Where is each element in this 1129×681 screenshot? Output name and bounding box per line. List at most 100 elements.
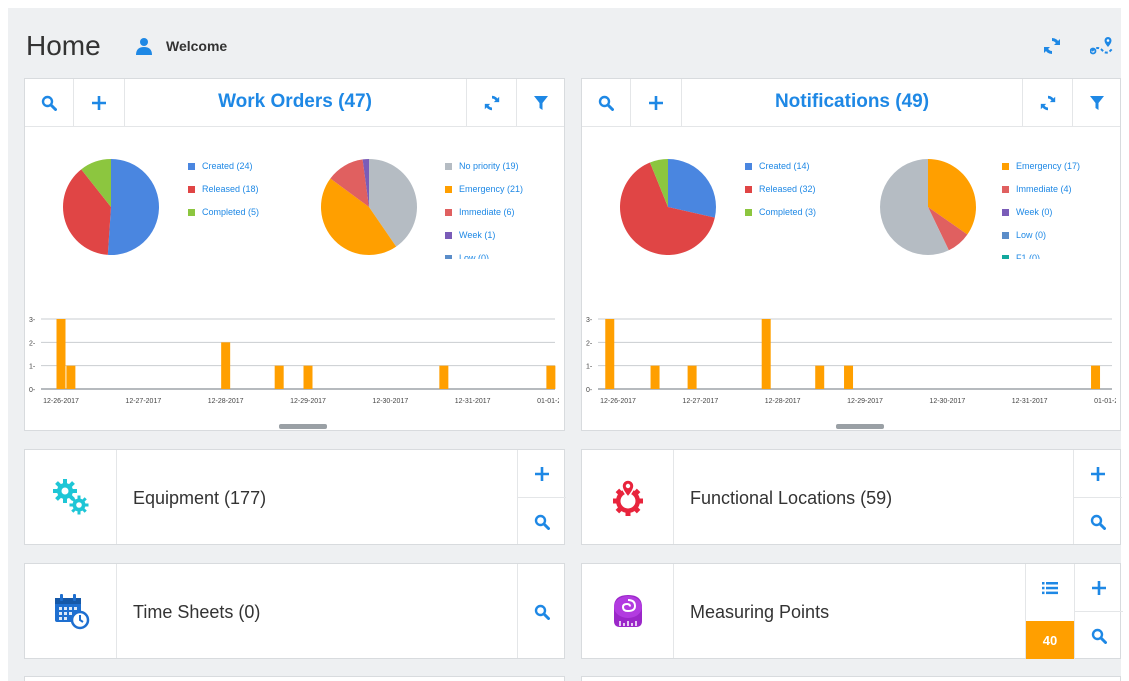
map-button[interactable]	[1088, 32, 1116, 60]
y-tick-label: 3-	[29, 317, 36, 324]
legend-item: No priority (19)	[445, 155, 563, 178]
y-tick-label: 3-	[586, 317, 593, 324]
x-tick-label: 12-30-2017	[372, 398, 408, 405]
bar[interactable]	[844, 365, 854, 389]
x-tick-label: 12-28-2017	[765, 398, 801, 405]
bar[interactable]	[221, 342, 231, 389]
search-icon	[534, 604, 550, 620]
sync-button[interactable]	[1038, 32, 1066, 60]
next-tile-partial	[24, 676, 565, 681]
work-orders-refresh-button[interactable]	[467, 79, 516, 127]
bar[interactable]	[761, 319, 771, 389]
equipment-label[interactable]: Equipment (177)	[133, 488, 266, 509]
bar[interactable]	[1091, 365, 1101, 389]
bar[interactable]	[56, 319, 66, 389]
y-tick-label: 2-	[586, 340, 593, 347]
search-icon	[534, 514, 550, 530]
legend-item: Low (0)	[445, 247, 563, 259]
bar[interactable]	[303, 365, 313, 389]
time-sheets-search-button[interactable]	[518, 564, 566, 659]
sync-icon	[1044, 38, 1060, 54]
bar[interactable]	[815, 365, 825, 389]
x-tick-label: 12-27-2017	[125, 398, 161, 405]
functional-locations-add-button[interactable]	[1074, 450, 1122, 497]
work-orders-chart-scrollbar[interactable]	[279, 424, 327, 429]
equipment-tile[interactable]: Equipment (177)	[24, 449, 566, 545]
work-orders-search-button[interactable]	[25, 79, 73, 127]
pie-slice[interactable]	[107, 159, 160, 255]
y-tick-label: 0-	[586, 387, 593, 394]
notifications-status-legend: Created (14) Released (32) Completed (3)	[745, 155, 855, 230]
search-icon	[598, 95, 614, 111]
work-orders-filter-button[interactable]	[517, 79, 565, 127]
bar[interactable]	[605, 319, 615, 389]
legend-item: Released (32)	[745, 178, 855, 201]
x-tick-label: 12-27-2017	[682, 398, 718, 405]
measuring-points-count-badge[interactable]: 40	[1026, 621, 1074, 659]
legend-item: Low (0)	[1002, 224, 1120, 247]
bar[interactable]	[66, 365, 76, 389]
functional-locations-tile[interactable]: Functional Locations (59)	[581, 449, 1122, 545]
work-orders-add-button[interactable]	[74, 79, 124, 127]
measuring-points-tile[interactable]: Measuring Points 40	[581, 563, 1123, 659]
bar[interactable]	[274, 365, 284, 389]
bar[interactable]	[439, 365, 449, 389]
app: Home Welcome Work Orders (47) Created (2…	[8, 8, 1123, 681]
functional-locations-label[interactable]: Functional Locations (59)	[690, 488, 892, 509]
x-tick-label: 12-29-2017	[847, 398, 883, 405]
work-orders-priority-legend: No priority (19) Emergency (21) Immediat…	[445, 155, 563, 259]
plus-icon	[1092, 580, 1106, 595]
legend-item: Week (1)	[445, 224, 563, 247]
notifications-search-button[interactable]	[582, 79, 630, 127]
notifications-priority-legend: Emergency (17) Immediate (4) Week (0) Lo…	[1002, 155, 1120, 259]
equipment-search-button[interactable]	[518, 498, 566, 545]
functional-locations-icon-cell	[582, 450, 674, 544]
search-icon	[41, 95, 57, 111]
equipment-add-button[interactable]	[518, 450, 566, 497]
measuring-points-icon-cell	[582, 564, 674, 658]
notifications-filter-button[interactable]	[1073, 79, 1121, 127]
location-gear-icon	[612, 479, 643, 516]
bar[interactable]	[650, 365, 660, 389]
gears-icon	[52, 479, 88, 515]
notifications-bar-chart: 0- 1- 2- 3- 12-26-2017 12-27-2017 12-28-2017 12…	[586, 317, 1116, 405]
equipment-icon-cell	[25, 450, 117, 544]
user-icon[interactable]	[133, 35, 155, 57]
time-sheets-tile[interactable]: Time Sheets (0)	[24, 563, 565, 659]
x-tick-label: 12-31-2017	[1012, 398, 1048, 405]
bar[interactable]	[687, 365, 697, 389]
measuring-points-add-button[interactable]	[1075, 564, 1123, 611]
notifications-card: Notifications (49) Created (14) Released…	[581, 78, 1121, 431]
notifications-add-button[interactable]	[631, 79, 681, 127]
legend-item: Emergency (21)	[445, 178, 563, 201]
legend-item: Immediate (4)	[1002, 178, 1120, 201]
work-orders-bar-chart: 0- 1- 2- 3- 12-26-2017 12-27-2017 12-28-2017 12…	[29, 317, 559, 405]
measuring-points-search-button[interactable]	[1075, 612, 1123, 659]
work-orders-card: Work Orders (47) Created (24) Released (…	[24, 78, 565, 431]
legend-item: Released (18)	[188, 178, 298, 201]
notifications-status-pie	[620, 159, 716, 255]
measuring-points-list-button[interactable]	[1026, 564, 1074, 611]
functional-locations-search-button[interactable]	[1074, 498, 1122, 545]
notifications-refresh-button[interactable]	[1023, 79, 1072, 127]
x-tick-label: 12-31-2017	[455, 398, 491, 405]
search-icon	[1090, 514, 1106, 530]
measuring-points-actions: 40	[1025, 564, 1123, 659]
notifications-chart-scrollbar[interactable]	[836, 424, 884, 429]
work-orders-toolbar: Work Orders (47)	[25, 79, 564, 127]
equipment-actions	[517, 450, 566, 545]
plus-icon	[649, 96, 663, 110]
x-tick-label: 12-28-2017	[208, 398, 244, 405]
bar[interactable]	[546, 365, 556, 389]
measuring-points-label[interactable]: Measuring Points	[690, 602, 829, 623]
sync-icon	[1040, 95, 1055, 111]
x-tick-label: 01-01-2018	[537, 398, 559, 405]
work-orders-title[interactable]: Work Orders (47)	[125, 91, 465, 113]
time-sheets-label[interactable]: Time Sheets (0)	[133, 602, 260, 623]
time-sheets-actions	[517, 564, 565, 658]
filter-icon	[1090, 96, 1104, 110]
notifications-title[interactable]: Notifications (49)	[682, 91, 1022, 113]
x-tick-label: 12-30-2017	[929, 398, 965, 405]
sync-icon	[484, 95, 499, 111]
legend-item: Completed (5)	[188, 201, 298, 224]
